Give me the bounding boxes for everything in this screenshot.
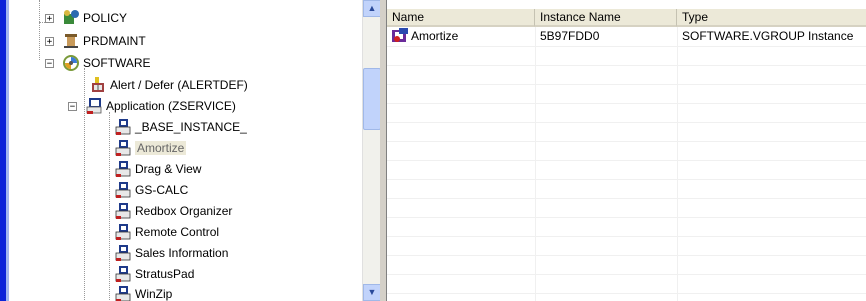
instance-icon xyxy=(114,139,132,157)
tree-item-prdmaint[interactable]: + PRDMAINT xyxy=(45,31,146,51)
tree-item-drag-view[interactable]: Drag & View xyxy=(114,159,201,179)
instance-icon xyxy=(114,244,132,262)
grid-line xyxy=(535,27,536,301)
grid-line xyxy=(387,274,866,275)
tree-item-label: WinZip xyxy=(135,287,173,301)
instance-icon xyxy=(114,223,132,241)
tree-vertical-scrollbar[interactable]: ▲ ▼ xyxy=(362,0,381,301)
list-pane[interactable]: Name Instance Name Type Amortize 5B97FDD… xyxy=(386,0,866,301)
collapse-minus-icon[interactable]: − xyxy=(45,58,54,68)
alert-defer-icon xyxy=(89,76,107,94)
tree-connector xyxy=(109,112,110,300)
tree-item-redbox-organizer[interactable]: Redbox Organizer xyxy=(114,201,232,221)
expand-plus-icon[interactable]: + xyxy=(45,36,54,46)
scroll-up-button[interactable]: ▲ xyxy=(363,0,381,17)
instance-icon xyxy=(114,181,132,199)
grid-line xyxy=(677,27,678,301)
cell-type: SOFTWARE.VGROUP Instance xyxy=(682,29,854,43)
tree-item-label: _BASE_INSTANCE_ xyxy=(135,120,247,134)
application-class-icon xyxy=(85,97,103,115)
tree-item-label: Alert / Defer (ALERTDEF) xyxy=(110,78,248,92)
column-header-name[interactable]: Name xyxy=(387,9,535,27)
expand-plus-icon[interactable]: + xyxy=(45,13,54,23)
tree-item-label: Application (ZSERVICE) xyxy=(106,99,236,113)
tree-item-alert-defer[interactable]: Alert / Defer (ALERTDEF) xyxy=(89,75,248,95)
tree-item-label: Sales Information xyxy=(135,246,229,260)
policy-icon xyxy=(62,9,80,27)
tree-item-label: Drag & View xyxy=(135,162,202,176)
grid-line xyxy=(387,198,866,199)
tree-view[interactable]: + POLICY + PRDMAINT − SOFTWARE Alert / D… xyxy=(10,0,362,301)
grid-line xyxy=(387,217,866,218)
grid-line xyxy=(387,84,866,85)
pane-splitter[interactable] xyxy=(380,0,384,301)
left-edge-strip-light xyxy=(6,0,9,301)
grid-line xyxy=(387,122,866,123)
tree-item-label: PRDMAINT xyxy=(83,34,146,48)
tree-item-base-instance[interactable]: _BASE_INSTANCE_ xyxy=(114,117,247,137)
software-cd-icon xyxy=(62,54,80,72)
tree-item-label: SOFTWARE xyxy=(83,56,151,70)
tree-connector xyxy=(39,0,40,60)
grid-line xyxy=(387,46,866,47)
tree-item-label: Redbox Organizer xyxy=(135,204,233,218)
cell-instance-name: 5B97FDD0 xyxy=(540,29,600,43)
tree-item-winzip[interactable]: WinZip xyxy=(114,284,172,301)
grid-line xyxy=(387,103,866,104)
tree-item-gs-calc[interactable]: GS-CALC xyxy=(114,180,188,200)
tree-item-stratuspad[interactable]: StratusPad xyxy=(114,264,194,284)
grid-line xyxy=(387,141,866,142)
column-header-instance-name[interactable]: Instance Name xyxy=(535,9,677,27)
tree-item-policy[interactable]: + POLICY xyxy=(45,8,127,28)
column-header-type[interactable]: Type xyxy=(677,9,866,27)
grid-line xyxy=(387,160,866,161)
instance-icon xyxy=(114,265,132,283)
grid-line xyxy=(387,179,866,180)
prdmaint-icon xyxy=(62,32,80,50)
grid-line xyxy=(387,255,866,256)
instance-icon xyxy=(114,118,132,136)
tree-item-amortize[interactable]: Amortize xyxy=(114,138,187,158)
tree-pane[interactable]: + POLICY + PRDMAINT − SOFTWARE Alert / D… xyxy=(0,0,384,301)
instance-icon xyxy=(114,202,132,220)
grid-line xyxy=(387,236,866,237)
amortize-instance-icon xyxy=(391,27,409,45)
tree-item-label: Amortize xyxy=(135,141,187,155)
tree-item-label: POLICY xyxy=(83,11,128,25)
scroll-thumb[interactable] xyxy=(363,68,381,130)
tree-item-label: Remote Control xyxy=(135,225,220,239)
instance-icon xyxy=(114,160,132,178)
instance-icon xyxy=(114,285,132,301)
grid-line xyxy=(387,293,866,294)
cell-name: Amortize xyxy=(411,29,459,43)
tree-item-sales-information[interactable]: Sales Information xyxy=(114,243,228,263)
tree-item-label: GS-CALC xyxy=(135,183,189,197)
scroll-down-button[interactable]: ▼ xyxy=(363,284,381,301)
tree-item-application[interactable]: − Application (ZSERVICE) xyxy=(68,96,236,116)
collapse-minus-icon[interactable]: − xyxy=(68,101,77,111)
tree-item-label: StratusPad xyxy=(135,267,195,281)
grid-line xyxy=(387,65,866,66)
tree-item-software[interactable]: − SOFTWARE xyxy=(45,53,151,73)
tree-item-remote-control[interactable]: Remote Control xyxy=(114,222,219,242)
